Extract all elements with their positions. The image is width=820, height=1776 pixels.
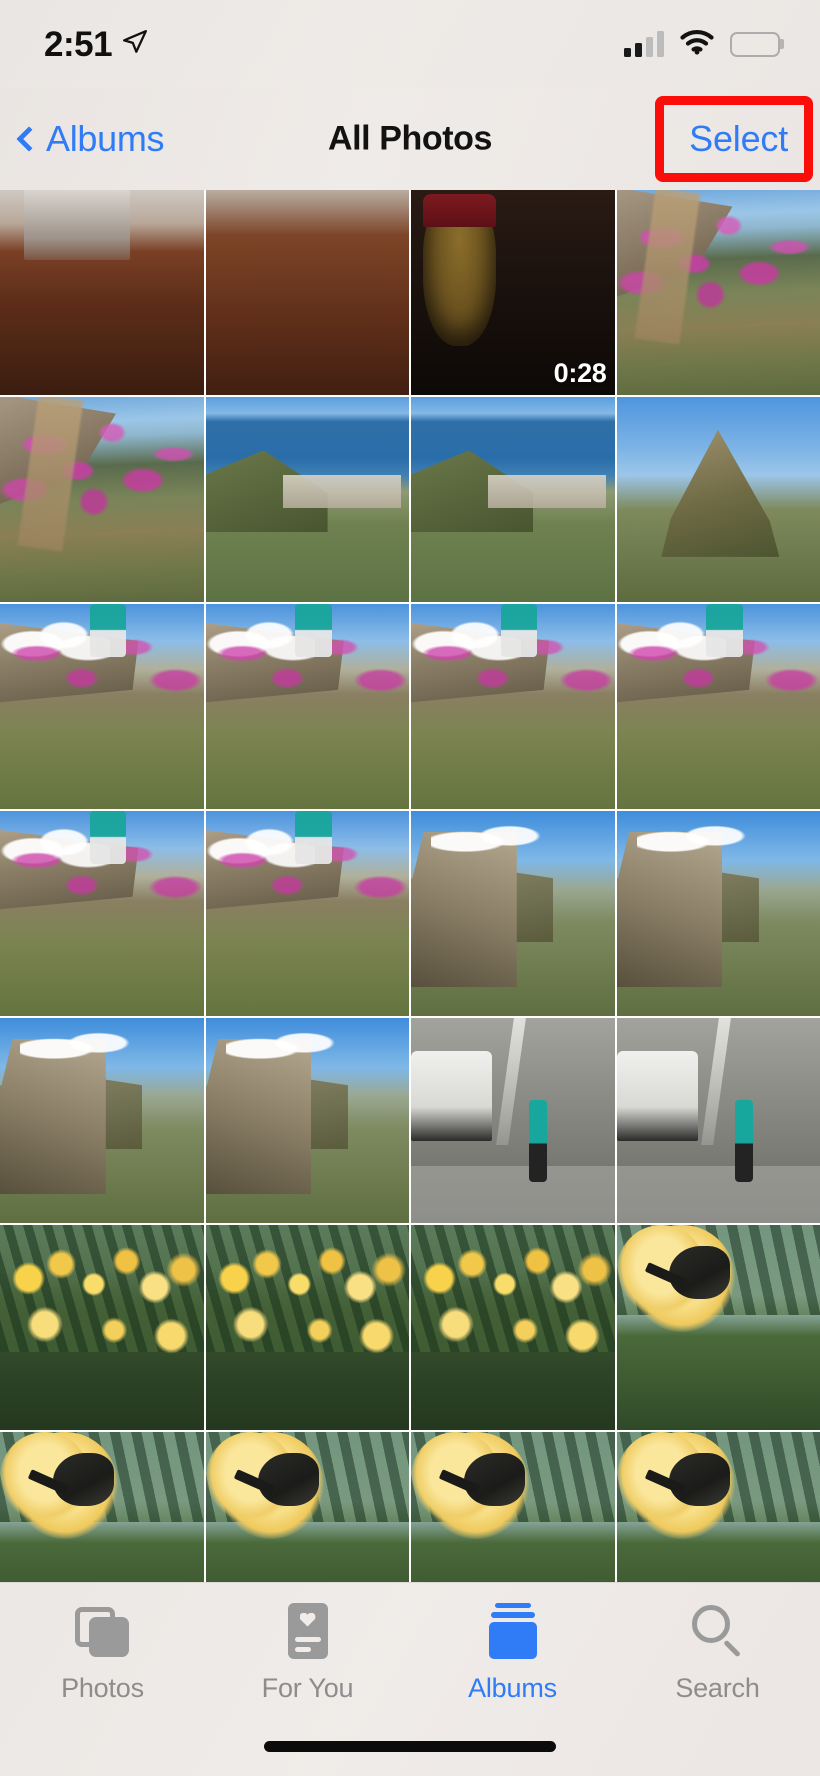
photo-sunbird-on-protea-a[interactable]: [616, 1225, 820, 1430]
photo-road-with-car-van: [411, 1050, 493, 1141]
select-button[interactable]: Select: [689, 118, 788, 160]
photo-camps-bay-beach[interactable]: [411, 397, 615, 602]
photo-road-with-car[interactable]: [411, 1018, 615, 1223]
photo-lions-head-peak[interactable]: [616, 397, 820, 602]
tab-photos-label: Photos: [61, 1672, 144, 1703]
tab-for-you[interactable]: For You: [205, 1602, 410, 1704]
tab-photos[interactable]: Photos: [0, 1603, 205, 1704]
photo-mountain-trail-clouds: [636, 817, 768, 863]
video-beer-bottle-table[interactable]: 0:28: [411, 190, 615, 395]
tab-bar-items: Photos For You Albums Search: [0, 1583, 820, 1723]
photo-sunbird-on-protea-b[interactable]: [0, 1432, 204, 1582]
battery-icon: [730, 31, 784, 57]
photo-hikers-on-path-hikers: [500, 604, 538, 658]
photo-rock-gorge-clouds: [225, 1024, 357, 1070]
photo-couple-flowers-a-hikers: [89, 811, 127, 865]
photo-couple-flowers-a[interactable]: [0, 811, 204, 1016]
photo-hikers-on-path[interactable]: [411, 604, 615, 809]
photo-sunbird-on-protea-d[interactable]: [411, 1432, 615, 1582]
photo-couple-pink-flowers[interactable]: [616, 604, 820, 809]
photo-protea-bush-c-blooms: [411, 1241, 615, 1385]
iphone-screen: 2:51 Albums All Photos Select 0:28 Photo…: [0, 0, 820, 1776]
photo-protea-bush-b[interactable]: [205, 1225, 409, 1430]
photo-rock-gorge[interactable]: [205, 1018, 409, 1223]
photo-cliff-band-hikers-b[interactable]: [205, 604, 409, 809]
photo-person-beside-van-van: [616, 1050, 698, 1141]
photo-wooden-table[interactable]: [205, 190, 409, 395]
photo-cliff-band-hikers-b-hikers: [295, 604, 332, 658]
photo-sunbird-on-protea-d-body: [463, 1452, 525, 1506]
tab-bar: Photos For You Albums Search: [0, 1582, 820, 1776]
photo-cliff-band-hikers-a-hikers: [89, 604, 127, 658]
photo-hiker-flowers-b[interactable]: [205, 811, 409, 1016]
photo-sunbird-on-protea-b-body: [52, 1452, 114, 1506]
status-bar: 2:51: [0, 0, 820, 88]
navigation-bar: Albums All Photos Select: [0, 88, 820, 190]
photo-mountain-trail[interactable]: [616, 811, 820, 1016]
home-indicator[interactable]: [264, 1741, 556, 1752]
photo-table-mountain-rocks-clouds: [431, 817, 562, 863]
photos-icon: [74, 1603, 131, 1659]
status-bar-right: [624, 29, 784, 60]
for-you-icon: [280, 1602, 336, 1659]
photo-cliff-band-hikers-a[interactable]: [0, 604, 204, 809]
photo-person-beside-van-person: [734, 1100, 753, 1182]
photo-person-beside-van[interactable]: [616, 1018, 820, 1223]
photo-sunbird-on-protea-c-body: [258, 1452, 320, 1506]
photo-sunbird-on-protea-a-body: [669, 1245, 731, 1299]
photo-rocky-cliff-valley[interactable]: [0, 1018, 204, 1223]
photo-interior-model-house[interactable]: [0, 190, 204, 395]
photo-grid[interactable]: 0:28: [0, 190, 820, 1582]
photo-table-mountain-rocks[interactable]: [411, 811, 615, 1016]
photo-coastal-town-view[interactable]: [205, 397, 409, 602]
albums-icon: [485, 1602, 541, 1659]
tab-albums-label: Albums: [468, 1672, 557, 1703]
photo-sunbird-on-protea-c[interactable]: [205, 1432, 409, 1582]
photo-slope-pink-flowers[interactable]: [616, 190, 820, 395]
photo-hiker-flower-slope[interactable]: [0, 397, 204, 602]
tab-albums[interactable]: Albums: [410, 1602, 615, 1704]
photo-hiker-flowers-b-hikers: [295, 811, 332, 865]
cellular-signal-icon: [624, 31, 664, 57]
photo-road-with-car-person: [529, 1100, 548, 1182]
photo-sunbird-on-protea-e[interactable]: [616, 1432, 820, 1582]
photo-protea-bush-a[interactable]: [0, 1225, 204, 1430]
photo-rocky-cliff-valley-clouds: [20, 1024, 151, 1070]
search-icon: [690, 1603, 746, 1659]
video-duration-label: 0:28: [553, 358, 607, 388]
photo-lions-head-peak-cone: [661, 429, 780, 557]
photo-couple-pink-flowers-hikers: [706, 604, 743, 658]
status-bar-left: 2:51: [44, 27, 148, 62]
status-time: 2:51: [44, 24, 113, 64]
wifi-icon: [680, 29, 714, 60]
tab-for-you-label: For You: [261, 1672, 354, 1703]
tab-search[interactable]: Search: [615, 1603, 820, 1704]
photo-protea-bush-c[interactable]: [411, 1225, 615, 1430]
photo-protea-bush-b-blooms: [205, 1241, 409, 1385]
photo-protea-bush-a-blooms: [0, 1241, 204, 1385]
tab-search-label: Search: [675, 1672, 760, 1703]
photo-sunbird-on-protea-e-body: [669, 1452, 731, 1506]
location-arrow-icon: [122, 29, 148, 60]
photo-camps-bay-beach-town: [488, 474, 607, 508]
photo-coastal-town-view-town: [282, 474, 401, 508]
